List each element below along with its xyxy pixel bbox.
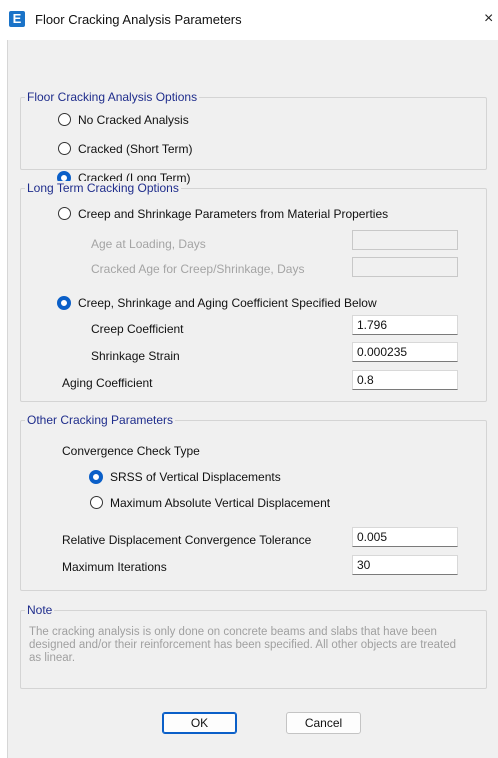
window-title: Floor Cracking Analysis Parameters — [35, 12, 242, 27]
age-at-loading-field[interactable] — [352, 230, 458, 250]
specified-below-radio[interactable] — [57, 296, 71, 310]
floor-cracking-options-group: Floor Cracking Analysis Options — [20, 90, 487, 170]
max-absolute-radio[interactable] — [90, 496, 103, 509]
group-legend: Note — [25, 603, 55, 617]
close-icon[interactable]: × — [484, 10, 493, 28]
shrinkage-strain-field[interactable]: 0.000235 — [352, 342, 458, 362]
group-legend: Floor Cracking Analysis Options — [25, 90, 200, 104]
no-cracked-analysis-label[interactable]: No Cracked Analysis — [78, 113, 189, 127]
cracked-short-term-radio[interactable] — [58, 142, 71, 155]
cracked-age-field[interactable] — [352, 257, 458, 277]
convergence-check-type-label: Convergence Check Type — [62, 444, 200, 458]
cracked-short-term-label[interactable]: Cracked (Short Term) — [78, 142, 192, 156]
aging-coefficient-field[interactable]: 0.8 — [352, 370, 458, 390]
no-cracked-analysis-radio[interactable] — [58, 113, 71, 126]
from-material-radio[interactable] — [58, 207, 71, 220]
group-legend: Long Term Cracking Options — [25, 181, 181, 195]
specified-below-label[interactable]: Creep, Shrinkage and Aging Coefficient S… — [78, 296, 377, 310]
group-legend: Other Cracking Parameters — [25, 413, 176, 427]
srss-radio[interactable] — [89, 470, 103, 484]
ok-button[interactable]: OK — [162, 712, 237, 734]
max-iterations-label: Maximum Iterations — [62, 560, 167, 574]
cancel-button[interactable]: Cancel — [286, 712, 361, 734]
shrinkage-strain-label: Shrinkage Strain — [91, 349, 180, 363]
title-bar: E Floor Cracking Analysis Parameters × — [0, 0, 498, 40]
cracked-age-label: Cracked Age for Creep/Shrinkage, Days — [91, 262, 305, 276]
max-absolute-label[interactable]: Maximum Absolute Vertical Displacement — [110, 496, 330, 510]
creep-coefficient-label: Creep Coefficient — [91, 322, 184, 336]
creep-coefficient-field[interactable]: 1.796 — [352, 315, 458, 335]
from-material-label[interactable]: Creep and Shrinkage Parameters from Mate… — [78, 207, 388, 221]
etabs-app-icon: E — [9, 11, 25, 27]
max-iterations-field[interactable]: 30 — [352, 555, 458, 575]
age-at-loading-label: Age at Loading, Days — [91, 237, 206, 251]
note-text: The cracking analysis is only done on co… — [29, 626, 457, 664]
aging-coefficient-label: Aging Coefficient — [62, 376, 153, 390]
tolerance-label: Relative Displacement Convergence Tolera… — [62, 533, 312, 547]
srss-label[interactable]: SRSS of Vertical Displacements — [110, 470, 281, 484]
tolerance-field[interactable]: 0.005 — [352, 527, 458, 547]
